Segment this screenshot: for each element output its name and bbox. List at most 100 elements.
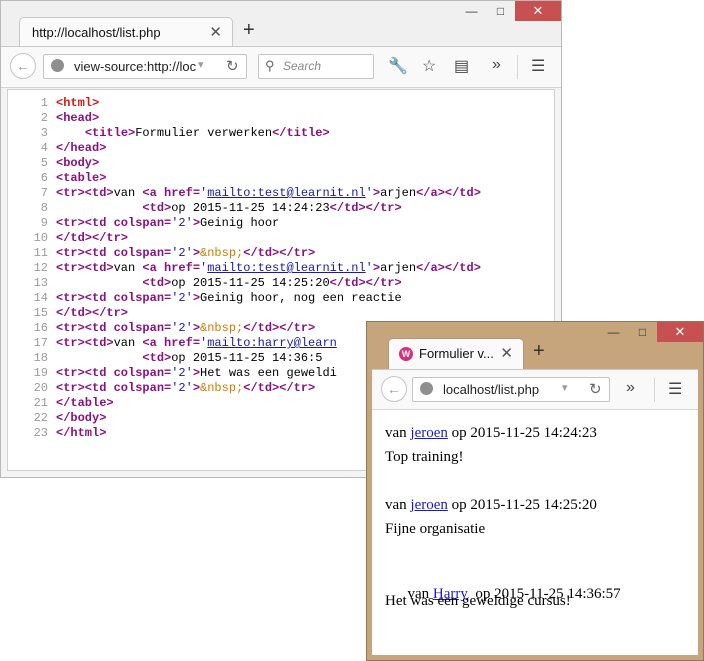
- code-token: <html>: [56, 96, 100, 110]
- code-line: 11 <tr><td colspan='2'>&nbsp;</td></tr>: [16, 246, 481, 261]
- tab-close-icon[interactable]: ✕: [209, 23, 222, 41]
- nav-toolbar: ← view-source:http://loc ▾ ↻ ⚲ Search 🔧 …: [1, 46, 561, 88]
- line-number: 21: [33, 396, 48, 410]
- menu-icon[interactable]: ☰: [531, 56, 545, 76]
- minimize-icon[interactable]: —: [599, 322, 628, 342]
- code-line: 7 <tr><td>van <a href= 'mailto:test@learni…: [16, 186, 481, 201]
- line-number: 23: [33, 426, 48, 440]
- code-token: <a href=: [142, 261, 201, 275]
- close-icon[interactable]: ✕: [515, 1, 561, 21]
- code-token: >: [192, 381, 201, 395]
- tab-formulier[interactable]: W Formulier v... ✕: [388, 338, 524, 369]
- line-number: 3: [40, 126, 48, 140]
- entry-header: van jeroen op 2015-11-25 14:24:23: [385, 425, 597, 442]
- maximize-icon[interactable]: □: [628, 322, 657, 342]
- line-number: 6: [40, 171, 48, 185]
- reload-icon[interactable]: ↻: [226, 57, 239, 75]
- search-icon: ⚲: [265, 58, 275, 73]
- code-line: 2 <head>: [16, 111, 481, 126]
- code-token: <tr><td colspan=: [56, 246, 172, 260]
- code-token: >: [372, 186, 381, 200]
- code-line: 15 </td></tr>: [16, 306, 481, 321]
- code-token: <tr><td colspan=: [56, 321, 172, 335]
- code-token: van: [113, 186, 143, 200]
- code-token: <body>: [56, 156, 100, 170]
- back-icon[interactable]: ←: [381, 376, 407, 402]
- code-token: &nbsp;: [200, 381, 244, 395]
- code-token: <tr><td colspan=: [56, 366, 172, 380]
- line-number: 12: [33, 261, 48, 275]
- author-link[interactable]: jeroen: [410, 497, 447, 513]
- overflow-icon[interactable]: »: [626, 379, 635, 397]
- code-token: >: [192, 366, 201, 380]
- dropdown-icon[interactable]: ▾: [562, 381, 568, 394]
- toolbar-divider: [654, 378, 655, 402]
- code-token: <a href=: [142, 186, 201, 200]
- dropdown-icon[interactable]: ▾: [198, 58, 204, 71]
- tab-title: http://localhost/list.php: [32, 25, 161, 40]
- code-token: >: [192, 246, 201, 260]
- code-token: </td></tr>: [56, 231, 129, 245]
- code-token: </head>: [56, 141, 107, 155]
- code-line: 10 </td></tr>: [16, 231, 481, 246]
- tab-view-source[interactable]: http://localhost/list.php ✕: [19, 17, 233, 47]
- line-number: 10: [33, 231, 48, 245]
- new-tab-icon[interactable]: +: [243, 19, 255, 42]
- line-number: 19: [33, 366, 48, 380]
- code-line: 4 </head>: [16, 141, 481, 156]
- entry-message: Het was een geweldige cursus!: [385, 593, 571, 609]
- line-number: 22: [33, 411, 48, 425]
- reload-icon[interactable]: ↻: [589, 380, 602, 398]
- entry-prefix: van: [385, 497, 411, 513]
- code-token: <td>: [142, 351, 172, 365]
- url-bar[interactable]: localhost/list.php ▾ ↻: [412, 377, 610, 402]
- toolbar-divider: [517, 55, 518, 79]
- new-tab-icon[interactable]: +: [533, 340, 545, 363]
- code-token: '2': [171, 291, 193, 305]
- mailto-link[interactable]: mailto:test@learnit.nl: [207, 186, 365, 200]
- code-token: op 2015-11-25 14:24:23: [171, 201, 330, 215]
- code-token: <tr><td colspan=: [56, 216, 172, 230]
- code-token: van: [113, 336, 143, 350]
- url-bar[interactable]: view-source:http://loc ▾ ↻: [43, 54, 247, 79]
- entry-message: Fijne organisatie: [385, 521, 486, 537]
- mailto-link[interactable]: mailto:harry@learn: [207, 336, 337, 350]
- tab-close-icon[interactable]: ✕: [500, 344, 513, 362]
- search-input[interactable]: ⚲ Search: [258, 54, 374, 79]
- minimize-icon[interactable]: —: [457, 1, 486, 21]
- line-number: 2: [40, 111, 48, 125]
- code-token: </td></tr>: [329, 201, 402, 215]
- entry-header: van jeroen op 2015-11-25 14:25:20: [385, 497, 597, 514]
- site-favicon-icon: W: [399, 347, 413, 361]
- bookmark-star-icon[interactable]: ☆: [422, 56, 436, 76]
- entry-prefix: van: [385, 425, 411, 441]
- globe-icon: [420, 382, 433, 395]
- menu-icon[interactable]: ☰: [668, 379, 682, 399]
- close-icon[interactable]: ✕: [657, 322, 703, 342]
- line-number: 16: [33, 321, 48, 335]
- back-icon[interactable]: ←: [10, 53, 36, 79]
- maximize-icon[interactable]: □: [486, 1, 515, 21]
- url-text[interactable]: localhost/list.php: [443, 382, 563, 397]
- code-token: Formulier verwerken: [135, 126, 273, 140]
- code-token: <tr><td colspan=: [56, 291, 172, 305]
- line-number: 11: [33, 246, 48, 260]
- reader-icon[interactable]: ▤: [454, 56, 469, 76]
- code-token: </html>: [56, 426, 107, 440]
- overflow-icon[interactable]: »: [492, 56, 501, 74]
- line-number: 13: [33, 276, 48, 290]
- tools-icon[interactable]: 🔧: [388, 56, 408, 76]
- line-number: 17: [33, 336, 48, 350]
- code-token: <tr><td>: [56, 261, 114, 275]
- mailto-link[interactable]: mailto:test@learnit.nl: [207, 261, 365, 275]
- code-token: </td></tr>: [329, 276, 402, 290]
- code-token: '2': [171, 381, 193, 395]
- author-link[interactable]: jeroen: [410, 425, 447, 441]
- search-placeholder: Search: [283, 59, 322, 73]
- entry-message: Top training!: [385, 449, 464, 465]
- code-line: 12 <tr><td>van <a href= 'mailto:test@learn…: [16, 261, 481, 276]
- window-controls: — □ ✕: [457, 1, 561, 21]
- line-number: 14: [33, 291, 48, 305]
- line-number: 20: [33, 381, 48, 395]
- code-token: </title>: [272, 126, 330, 140]
